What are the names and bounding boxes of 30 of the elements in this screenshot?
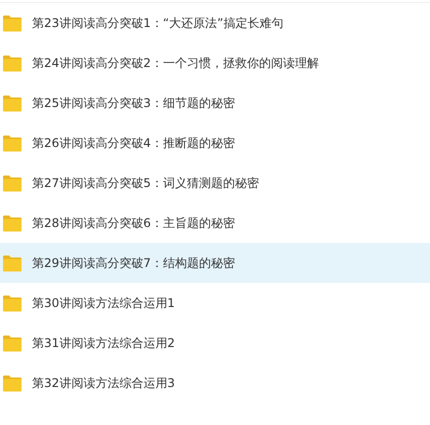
folder-row[interactable]: 第30讲阅读方法综合运用1 bbox=[0, 283, 430, 323]
folder-icon bbox=[2, 94, 22, 112]
folder-row[interactable]: 第27讲阅读高分突破5：词义猜测题的秘密 bbox=[0, 163, 430, 203]
folder-icon bbox=[2, 134, 22, 152]
folder-row[interactable]: 第32讲阅读方法综合运用3 bbox=[0, 363, 430, 403]
folder-icon bbox=[2, 294, 22, 312]
folder-name: 第25讲阅读高分突破3：细节题的秘密 bbox=[32, 94, 235, 112]
folder-icon bbox=[2, 254, 22, 272]
folder-name: 第32讲阅读方法综合运用3 bbox=[32, 374, 175, 392]
folder-icon bbox=[2, 214, 22, 232]
folder-icon bbox=[2, 174, 22, 192]
folder-row[interactable]: 第23讲阅读高分突破1：“大还原法”搞定长难句 bbox=[0, 3, 430, 43]
folder-icon bbox=[2, 334, 22, 352]
folder-name: 第26讲阅读高分突破4：推断题的秘密 bbox=[32, 134, 235, 152]
folder-icon bbox=[2, 54, 22, 72]
folder-row[interactable]: 第29讲阅读高分突破7：结构题的秘密 bbox=[0, 243, 430, 283]
folder-name: 第31讲阅读方法综合运用2 bbox=[32, 334, 175, 352]
folder-row[interactable]: 第26讲阅读高分突破4：推断题的秘密 bbox=[0, 123, 430, 163]
folder-name: 第30讲阅读方法综合运用1 bbox=[32, 294, 175, 312]
folder-row[interactable]: 第24讲阅读高分突破2：一个习惯，拯救你的阅读理解 bbox=[0, 43, 430, 83]
folder-name: 第27讲阅读高分突破5：词义猜测题的秘密 bbox=[32, 174, 259, 192]
folder-name: 第29讲阅读高分突破7：结构题的秘密 bbox=[32, 254, 235, 272]
folder-name: 第23讲阅读高分突破1：“大还原法”搞定长难句 bbox=[32, 14, 284, 32]
folder-icon bbox=[2, 14, 22, 32]
folder-name: 第24讲阅读高分突破2：一个习惯，拯救你的阅读理解 bbox=[32, 54, 319, 72]
folder-icon bbox=[2, 374, 22, 392]
folder-row[interactable]: 第25讲阅读高分突破3：细节题的秘密 bbox=[0, 83, 430, 123]
folder-name: 第28讲阅读高分突破6：主旨题的秘密 bbox=[32, 214, 235, 232]
folder-row[interactable]: 第28讲阅读高分突破6：主旨题的秘密 bbox=[0, 203, 430, 243]
folder-row[interactable]: 第31讲阅读方法综合运用2 bbox=[0, 323, 430, 363]
